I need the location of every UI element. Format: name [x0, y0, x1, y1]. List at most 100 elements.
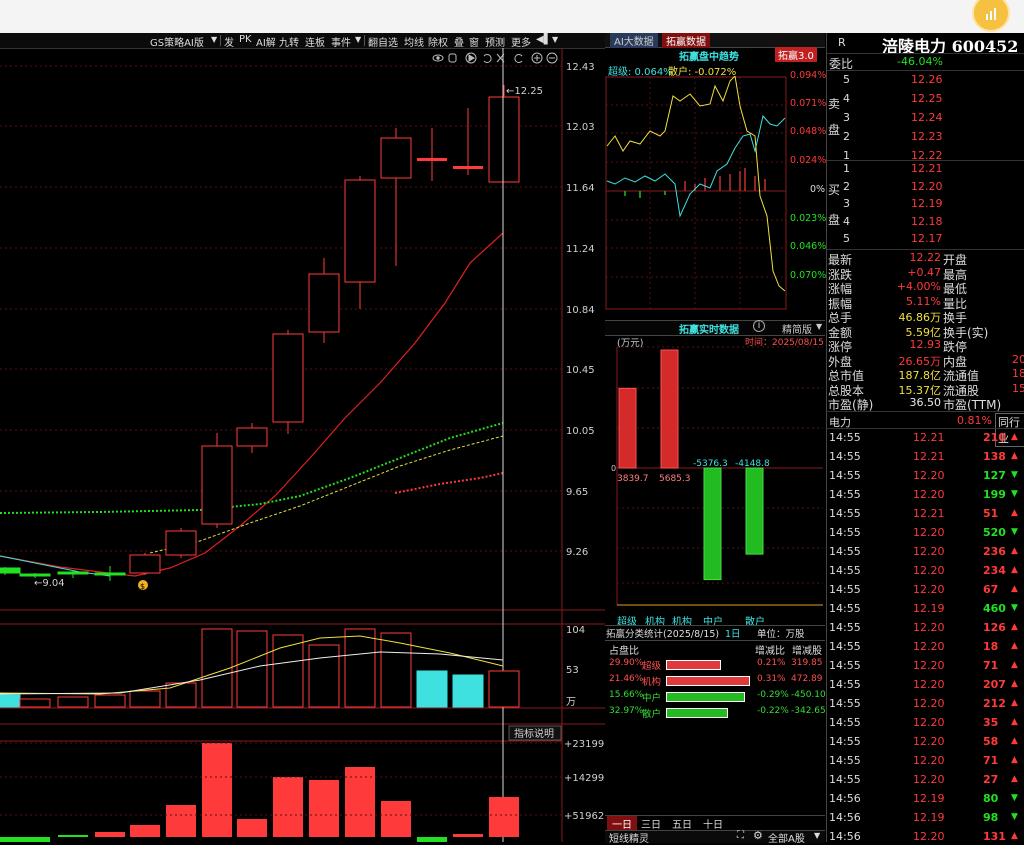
- candle-body: [272, 333, 304, 423]
- dropdown-icon[interactable]: ▼: [816, 322, 822, 331]
- r-badge: R: [838, 36, 846, 49]
- tick-row: 14:55 12.20 18 ▲: [829, 640, 1018, 653]
- toolbar-chuang[interactable]: 窗: [469, 34, 479, 49]
- toolbar-junxian[interactable]: 均线: [404, 34, 424, 49]
- buy-row[interactable]: 3 12.19: [827, 197, 1024, 212]
- volume-bar: [19, 698, 51, 708]
- sell-price: 12.24: [911, 111, 943, 124]
- tick-row: 14:55 12.20 207 ▲: [829, 678, 1018, 691]
- toolbar-lianban[interactable]: 连板: [305, 34, 325, 49]
- toolbar-die[interactable]: 叠: [454, 34, 464, 49]
- volume-bar: [94, 694, 126, 708]
- period-tab-10d[interactable]: 十日: [703, 816, 723, 831]
- fund-flow-chart: 0 3839.7 5685.3-5376.3 -4148.8: [611, 346, 823, 606]
- tick-volume: 126: [983, 621, 1006, 634]
- toolbar-fa[interactable]: 发: [224, 34, 234, 49]
- tuoying-panel: AI大数据 拓赢数据 拓赢盘中趋势 拓赢3.0 超级: 0.064% 散户: -…: [605, 33, 827, 845]
- intraday-badge[interactable]: 拓赢3.0: [775, 47, 817, 62]
- flow-bar-value: 5685.3: [659, 474, 691, 484]
- candle-body: [417, 158, 447, 161]
- info-icon[interactable]: i: [753, 320, 765, 332]
- tick-price: 12.20: [913, 545, 945, 558]
- buy-row[interactable]: 5 12.17: [827, 232, 1024, 247]
- speaker-icon[interactable]: ◀▌: [536, 34, 551, 45]
- app-logo-icon[interactable]: [972, 0, 1010, 32]
- volume-bar: [416, 670, 448, 708]
- quote-panel: R 涪陵电力 600452 委比 -46.04% 5 12.26 4 12.25…: [826, 33, 1024, 843]
- info-row: 最新 12.22 开盘: [828, 251, 968, 267]
- buy-row[interactable]: 4 12.18: [827, 215, 1024, 230]
- dropdown-icon[interactable]: ▼: [355, 35, 361, 44]
- tick-volume: 234: [983, 564, 1006, 577]
- indicator-label: +231997: [564, 739, 605, 750]
- svg-text:$: $: [140, 582, 145, 591]
- dropdown-icon[interactable]: ▼: [211, 35, 217, 44]
- undo-icon[interactable]: [483, 54, 492, 63]
- volume-label: 104: [566, 625, 585, 636]
- kline-chart[interactable]: 12.43 12.03 11.64 11.24 10.84 10.45 10.0…: [0, 48, 605, 842]
- buy-row[interactable]: 1 12.21: [827, 162, 1024, 177]
- indicator-label: +51962: [564, 811, 604, 822]
- expand-icon[interactable]: ⛶: [737, 830, 744, 841]
- tab-tuoying-data[interactable]: 拓赢数据: [662, 33, 710, 48]
- sell-row[interactable]: 3 12.24: [827, 111, 1024, 126]
- play-icon[interactable]: [465, 52, 477, 64]
- gear-icon[interactable]: ⚙: [753, 829, 763, 842]
- tick-row: 14:55 12.20 35 ▲: [829, 716, 1018, 729]
- toolbar-gs-ai[interactable]: GS策略AI版: [150, 34, 204, 49]
- tick-price: 12.20: [913, 526, 945, 539]
- eye-icon[interactable]: [432, 54, 444, 62]
- window-top-bar: [0, 0, 1024, 33]
- toolbar-ai-jie[interactable]: AI解: [256, 34, 276, 49]
- zoom-in-icon[interactable]: [531, 52, 543, 64]
- toolbar-more[interactable]: 更多: [511, 34, 531, 49]
- sell-row[interactable]: 4 12.25: [827, 92, 1024, 107]
- arrow-up-icon: ▲: [1011, 546, 1018, 556]
- stats-pct: 21.46%: [609, 674, 644, 684]
- period-tab-1d[interactable]: 一日: [607, 816, 637, 831]
- tick-row: 14:55 12.20 67 ▲: [829, 583, 1018, 596]
- stats-bar: [666, 708, 728, 718]
- toolbar-fanzixuan[interactable]: 翻自选: [368, 34, 398, 49]
- stats-bar: [666, 660, 721, 670]
- volume-bars: [0, 628, 520, 708]
- info-row: 总股本 15.37亿 流通股 15: [828, 381, 1024, 398]
- sell-price: 12.25: [911, 92, 943, 105]
- sell-row[interactable]: 5 12.26: [827, 73, 1024, 88]
- intraday-pct: 0.023%: [790, 213, 827, 224]
- period-tab-3d[interactable]: 三日: [641, 816, 661, 831]
- stats-period[interactable]: 1日: [725, 626, 741, 640]
- footer-shortline[interactable]: 短线精灵: [609, 830, 649, 845]
- candle-body: [344, 179, 376, 283]
- toolbar-chuquan[interactable]: 除权: [428, 34, 448, 49]
- flow-bar-4: [745, 467, 764, 555]
- info-row: 涨停 12.93 跌停: [828, 338, 968, 354]
- period-tab-5d[interactable]: 五日: [672, 816, 692, 831]
- redo-icon[interactable]: [514, 54, 523, 63]
- tab-ai-data[interactable]: AI大数据: [610, 33, 658, 48]
- zoom-out-icon[interactable]: [546, 52, 558, 64]
- dropdown-icon[interactable]: ▼: [814, 831, 820, 840]
- toolbar-jiuzhuan[interactable]: 九转: [279, 34, 299, 49]
- toolbar-yuce[interactable]: 预测: [485, 34, 505, 49]
- toolbar-pk[interactable]: PK: [239, 34, 252, 45]
- coin-icon[interactable]: $: [138, 580, 148, 591]
- sell-row[interactable]: 2 12.23: [827, 130, 1024, 145]
- tick-volume: 207: [983, 678, 1006, 691]
- intraday-pct: 0.024%: [790, 155, 827, 166]
- tick-row: 14:56 12.20 131 ▲: [829, 830, 1018, 843]
- tick-price: 12.20: [913, 488, 945, 501]
- hand-icon[interactable]: [448, 53, 457, 63]
- market-select[interactable]: 全部A股: [768, 830, 805, 845]
- svg-text:0: 0: [611, 464, 616, 473]
- intraday-pct: 0.094%: [790, 70, 827, 81]
- tick-price: 12.20: [913, 773, 945, 786]
- arrow-down-icon: ▼: [1011, 793, 1018, 803]
- dropdown-icon[interactable]: ▼: [552, 35, 558, 44]
- toolbar-shijian[interactable]: 事件: [331, 34, 351, 49]
- indicator-bar: [381, 801, 411, 837]
- candle-body: [57, 571, 89, 575]
- buy-row[interactable]: 2 12.20: [827, 180, 1024, 195]
- arrow-up-icon: ▲: [1011, 736, 1018, 746]
- realtime-mode[interactable]: 精简版: [782, 321, 812, 336]
